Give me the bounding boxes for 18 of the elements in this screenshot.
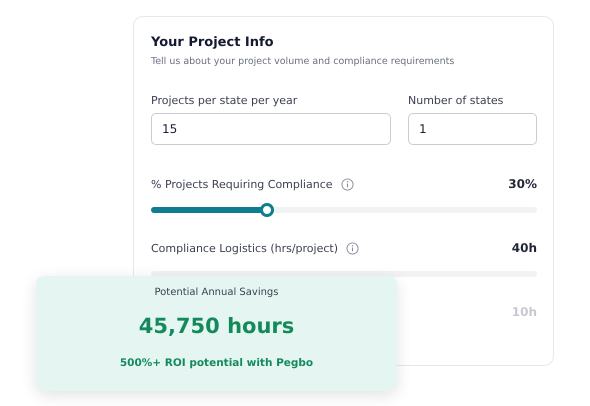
slider-reading: 30%	[508, 177, 537, 191]
field-label: Projects per state per year	[151, 94, 298, 107]
info-icon[interactable]	[340, 178, 354, 190]
slider-thumb[interactable]	[260, 203, 274, 217]
info-icon[interactable]	[346, 242, 360, 254]
slider-reading: 40h	[512, 241, 537, 255]
field-label: Number of states	[408, 94, 504, 107]
roi-note: 500%+ ROI potential with Pegbo	[120, 357, 314, 369]
input-field[interactable]: 15	[151, 113, 391, 145]
slider-track[interactable]	[151, 271, 537, 277]
slider-label: Compliance Logistics (hrs/project)	[151, 242, 338, 254]
slider-reading: 10h	[512, 305, 537, 319]
card-subtitle: Tell us about your project volume and compliance requirements	[151, 56, 456, 67]
slider-label: % Projects Requiring Compliance	[151, 178, 333, 190]
input-field[interactable]: 1	[408, 113, 537, 145]
savings-amount: 45,750 hours	[138, 314, 294, 338]
card-title: Your Project Info	[151, 35, 275, 50]
savings-caption: Potential Annual Savings	[154, 287, 278, 298]
